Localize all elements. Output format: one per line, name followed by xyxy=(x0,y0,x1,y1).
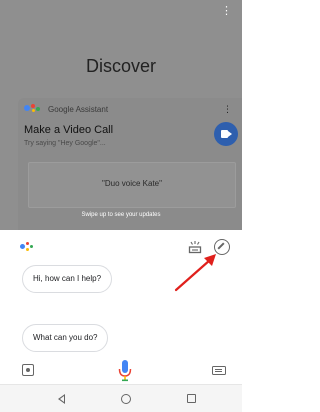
assistant-greeting-bubble: Hi, how can I help? xyxy=(22,265,113,293)
mic-icon[interactable] xyxy=(118,360,132,382)
card-menu-icon[interactable]: ⋮ xyxy=(223,104,232,115)
discover-title: Discover xyxy=(85,56,156,76)
system-nav-bar xyxy=(0,384,242,412)
lens-icon[interactable] xyxy=(22,364,34,376)
home-icon[interactable] xyxy=(121,394,131,404)
assistant-suggestion-card[interactable]: Google Assistant ⋮ Make a Video Call Try… xyxy=(18,98,242,230)
suggestion-text: "Duo voice Kate" xyxy=(102,179,162,188)
duo-video-icon[interactable] xyxy=(214,122,238,146)
recents-icon[interactable] xyxy=(187,394,196,403)
card-subtitle: Try saying "Hey Google"... xyxy=(24,140,106,147)
discover-feed: ⋮ Discover Google Assistant ⋮ Make a Vid… xyxy=(0,0,242,230)
annotation-arrow xyxy=(174,254,216,292)
back-icon[interactable] xyxy=(58,394,65,404)
swipe-up-hint: Swipe up to see your updates xyxy=(81,212,161,218)
card-title: Make a Video Call xyxy=(24,124,114,136)
card-source-label: Google Assistant xyxy=(48,104,109,114)
overflow-menu-icon[interactable]: ⋮ xyxy=(221,6,232,17)
card-header: Google Assistant xyxy=(24,104,108,114)
suggestion-chip-what-can-you-do[interactable]: What can you do? xyxy=(22,324,109,352)
suggestion-box[interactable]: "Duo voice Kate" xyxy=(28,162,236,208)
keyboard-icon[interactable] xyxy=(212,366,226,375)
google-assistant-dots-icon xyxy=(20,242,40,256)
google-assistant-logo-icon xyxy=(24,104,42,114)
